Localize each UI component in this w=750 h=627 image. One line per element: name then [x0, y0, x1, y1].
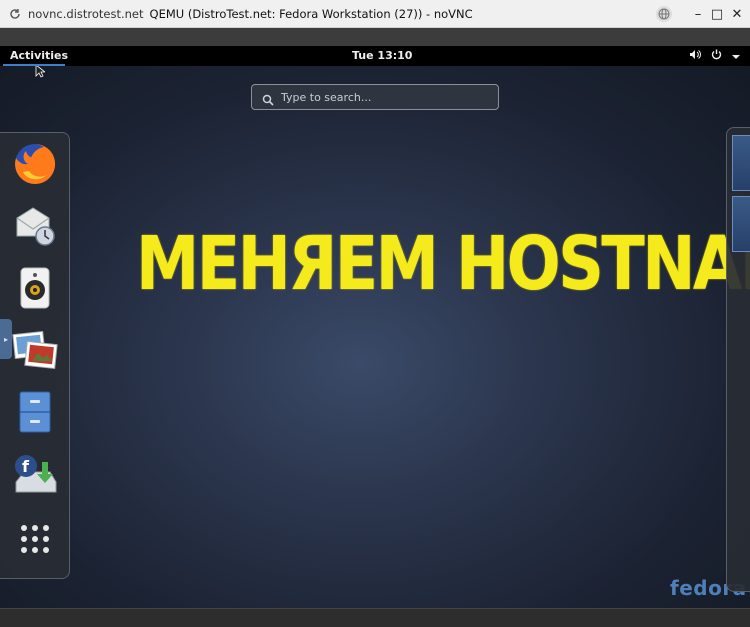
- maximize-button[interactable]: □: [707, 4, 727, 24]
- mail-clock-icon: [13, 204, 57, 252]
- mouse-cursor-icon: [35, 66, 47, 82]
- system-tray[interactable]: [689, 49, 740, 63]
- desktop-background: Type to search... MEHЯEM HOSTNAME fedora…: [0, 66, 750, 608]
- speaker-icon: [15, 266, 55, 314]
- globe-icon[interactable]: [656, 6, 672, 22]
- search-placeholder: Type to search...: [281, 90, 372, 104]
- volume-icon[interactable]: [689, 49, 701, 63]
- power-icon[interactable]: [711, 49, 722, 63]
- gnome-top-bar: Activities Tue 13:10: [0, 46, 750, 66]
- rhythmbox-launcher[interactable]: [12, 267, 58, 313]
- media-writer-icon: f: [12, 452, 58, 500]
- window-title: QEMU (DistroTest.net: Fedora Workstation…: [149, 6, 473, 21]
- search-icon: [262, 91, 274, 106]
- files-launcher[interactable]: [12, 391, 58, 437]
- browser-title-bar: novnc.distrotest.net QEMU (DistroTest.ne…: [0, 0, 750, 28]
- minimize-button[interactable]: –: [688, 4, 708, 24]
- activities-button[interactable]: Activities: [10, 49, 68, 62]
- evolution-launcher[interactable]: [12, 205, 58, 251]
- reload-icon[interactable]: [9, 8, 21, 20]
- clock[interactable]: Tue 13:10: [352, 49, 412, 62]
- search-input[interactable]: Type to search...: [251, 84, 499, 110]
- viewer-bottom-margin: [0, 608, 750, 627]
- workspace-switcher: [726, 127, 750, 592]
- viewer-margin: [0, 28, 750, 46]
- svg-text:f: f: [22, 457, 30, 476]
- dash-expand-handle[interactable]: ▸: [0, 319, 12, 359]
- dash: ▸ f: [0, 132, 70, 579]
- app-grid-icon: [18, 522, 52, 560]
- wallpaper-headline: MEHЯEM HOSTNAME: [136, 221, 750, 307]
- firefox-launcher[interactable]: [12, 143, 58, 189]
- shotwell-launcher[interactable]: [12, 329, 58, 375]
- firefox-icon: [13, 142, 57, 190]
- show-applications-button[interactable]: [12, 518, 58, 564]
- url-text[interactable]: novnc.distrotest.net: [28, 7, 144, 21]
- workspace-thumbnail-1[interactable]: [732, 135, 750, 191]
- close-button[interactable]: ✕: [727, 4, 747, 24]
- workspace-thumbnail-2[interactable]: [732, 196, 750, 252]
- file-cabinet-icon: [18, 390, 52, 438]
- fedora-media-writer-launcher[interactable]: f: [12, 453, 58, 499]
- photos-icon: [12, 329, 58, 375]
- chevron-down-icon[interactable]: [732, 50, 740, 63]
